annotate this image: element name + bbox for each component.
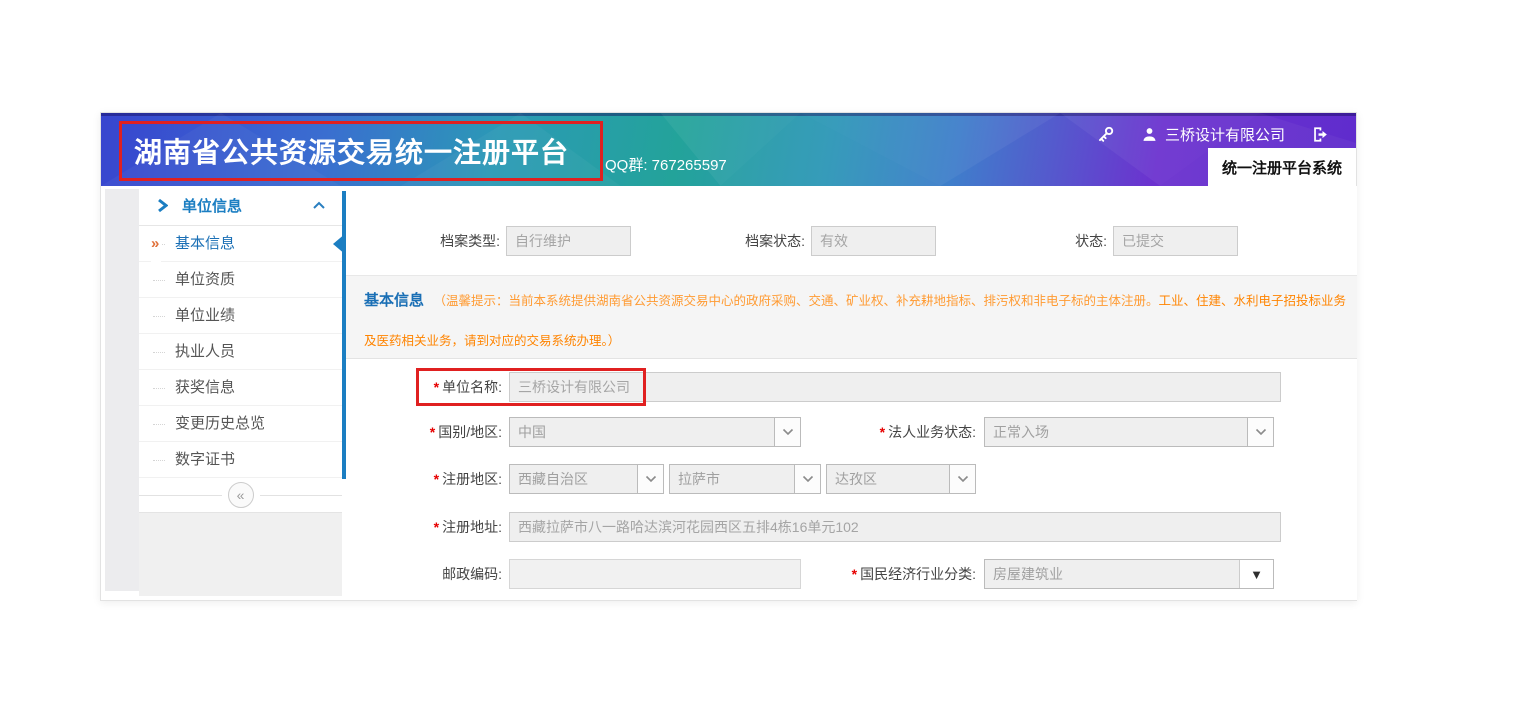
country-value: 中国 bbox=[510, 418, 774, 446]
annotation-box-title: 湖南省公共资源交易统一注册平台 bbox=[119, 121, 603, 181]
required-mark: * bbox=[434, 519, 439, 535]
section-title: 基本信息 bbox=[364, 292, 424, 309]
collapse-sidebar-button[interactable]: « bbox=[228, 482, 254, 508]
basic-info-section-header: 基本信息 （温馨提示：当前本系统提供湖南省公共资源交易中心的政府采购、交通、矿业… bbox=[346, 276, 1357, 359]
sidebar-item-digital-certificate[interactable]: 数字证书 bbox=[139, 442, 342, 478]
sidebar-gutter bbox=[105, 189, 139, 591]
unit-name-field[interactable] bbox=[509, 372, 1281, 402]
district-select[interactable]: 达孜区 bbox=[826, 464, 976, 494]
chevron-down-icon bbox=[949, 465, 975, 493]
sidebar-collapse-row: « bbox=[139, 481, 342, 509]
country-select[interactable]: 中国 bbox=[509, 417, 801, 447]
required-mark: * bbox=[434, 379, 439, 395]
arrow-right-icon bbox=[157, 198, 168, 213]
province-value: 西藏自治区 bbox=[510, 465, 637, 493]
archive-type-field[interactable] bbox=[506, 226, 631, 256]
form-row-region: *注册地区: 西藏自治区 拉萨市 达孜区 bbox=[346, 464, 1357, 494]
sidebar-footer-panel bbox=[139, 512, 342, 596]
address-label: 注册地址: bbox=[442, 519, 502, 535]
field-label: 状态: bbox=[988, 231, 1113, 251]
form-row-address: *注册地址: bbox=[346, 512, 1357, 542]
qq-group-label: QQ群: 767265597 bbox=[605, 154, 727, 175]
sidebar-item-practitioners[interactable]: 执业人员 bbox=[139, 334, 342, 370]
required-mark: * bbox=[852, 566, 857, 582]
user-icon bbox=[1141, 126, 1158, 143]
app-window: 湖南省公共资源交易统一注册平台 QQ群: 767265597 三桥设计有限公司 … bbox=[100, 112, 1357, 601]
sidebar-item-label: 单位业绩 bbox=[175, 307, 235, 324]
unit-name-label: 单位名称: bbox=[442, 379, 502, 395]
form-row-unit-name: *单位名称: bbox=[346, 372, 1357, 402]
postal-code-label: 邮政编码: bbox=[442, 566, 502, 582]
main-content: 档案类型: 档案状态: 状态: 基本信息 （温馨提示：当前本系统提供湖南省公共资… bbox=[346, 186, 1357, 600]
sidebar-item-label: 数字证书 bbox=[175, 451, 235, 468]
district-value: 达孜区 bbox=[827, 465, 949, 493]
logged-in-user[interactable]: 三桥设计有限公司 bbox=[1141, 124, 1285, 145]
required-mark: * bbox=[880, 424, 885, 440]
industry-label: 国民经济行业分类: bbox=[860, 566, 976, 582]
address-field[interactable] bbox=[509, 512, 1281, 542]
city-select[interactable]: 拉萨市 bbox=[669, 464, 821, 494]
sidebar-menu: 单位信息 » 基本信息 单位资质 单位业绩 执业人员 bbox=[139, 186, 342, 596]
active-item-marker-icon: » bbox=[151, 226, 161, 262]
chevron-down-icon bbox=[637, 465, 663, 493]
industry-select[interactable]: 房屋建筑业 ▼ bbox=[984, 559, 1274, 589]
required-mark: * bbox=[434, 471, 439, 487]
country-label: 国别/地区: bbox=[438, 424, 502, 440]
basic-info-form: *单位名称: *国别/地区: 中国 *法人业务状态: 正常入场 bbox=[346, 359, 1357, 600]
logout-icon[interactable] bbox=[1311, 125, 1330, 144]
sidebar-item-label: 变更历史总览 bbox=[175, 415, 265, 432]
form-row-country-status: *国别/地区: 中国 *法人业务状态: 正常入场 bbox=[346, 417, 1357, 447]
sidebar-group-unit-info[interactable]: 单位信息 bbox=[139, 186, 342, 226]
sidebar-item-unit-performance[interactable]: 单位业绩 bbox=[139, 298, 342, 334]
company-name-label: 三桥设计有限公司 bbox=[1165, 124, 1285, 145]
status-field[interactable] bbox=[1113, 226, 1238, 256]
sidebar-item-label: 单位资质 bbox=[175, 271, 235, 288]
chevron-up-icon[interactable] bbox=[312, 201, 326, 210]
sidebar-item-label: 执业人员 bbox=[175, 343, 235, 360]
field-label: 档案状态: bbox=[686, 231, 811, 251]
sidebar-item-label: 获奖信息 bbox=[175, 379, 235, 396]
region-label: 注册地区: bbox=[442, 471, 502, 487]
sidebar-item-unit-qualification[interactable]: 单位资质 bbox=[139, 262, 342, 298]
chevron-down-icon bbox=[1247, 418, 1273, 446]
postal-code-field[interactable] bbox=[509, 559, 801, 589]
status-panel: 档案类型: 档案状态: 状态: bbox=[346, 186, 1357, 276]
page-title: 湖南省公共资源交易统一注册平台 bbox=[134, 131, 569, 171]
legal-status-value: 正常入场 bbox=[985, 418, 1247, 446]
archive-status-field[interactable] bbox=[811, 226, 936, 256]
province-select[interactable]: 西藏自治区 bbox=[509, 464, 664, 494]
sidebar-group-label: 单位信息 bbox=[182, 195, 242, 216]
dropdown-triangle-icon: ▼ bbox=[1239, 560, 1273, 588]
required-mark: * bbox=[430, 424, 435, 440]
city-value: 拉萨市 bbox=[670, 465, 794, 493]
sidebar-item-basic-info[interactable]: » 基本信息 bbox=[139, 226, 342, 262]
notice-text-part1: （温馨提示：当前本系统提供湖南省公共资源交易中心的政府采购、交通、矿业权、补充耕… bbox=[434, 294, 1159, 308]
form-row-postal-industry: 邮政编码: *国民经济行业分类: 房屋建筑业 ▼ bbox=[346, 559, 1357, 589]
legal-status-label: 法人业务状态: bbox=[888, 424, 976, 440]
sidebar: 单位信息 » 基本信息 单位资质 单位业绩 执业人员 bbox=[101, 186, 346, 600]
field-label: 档案类型: bbox=[381, 231, 506, 251]
chevron-down-icon bbox=[794, 465, 820, 493]
industry-value: 房屋建筑业 bbox=[985, 560, 1239, 588]
system-tab[interactable]: 统一注册平台系统 bbox=[1208, 148, 1356, 186]
sidebar-item-change-history[interactable]: 变更历史总览 bbox=[139, 406, 342, 442]
sidebar-item-awards[interactable]: 获奖信息 bbox=[139, 370, 342, 406]
legal-status-select[interactable]: 正常入场 bbox=[984, 417, 1274, 447]
chevron-down-icon bbox=[774, 418, 800, 446]
password-key-icon[interactable] bbox=[1096, 125, 1115, 144]
sidebar-item-label: 基本信息 bbox=[175, 235, 235, 252]
header-banner: 湖南省公共资源交易统一注册平台 QQ群: 767265597 三桥设计有限公司 … bbox=[101, 113, 1356, 186]
